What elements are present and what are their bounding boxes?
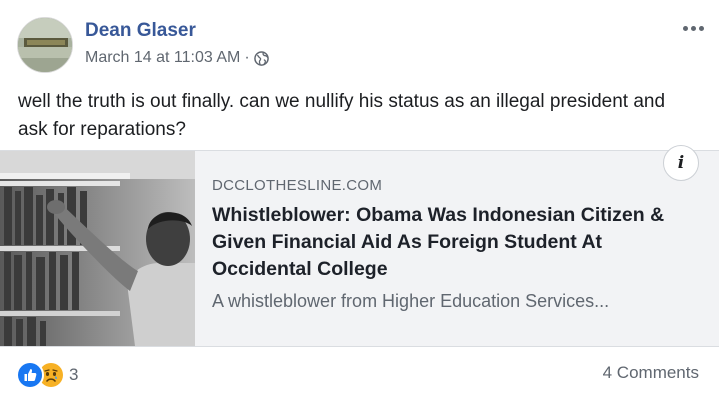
link-domain: DCCLOTHESLINE.COM <box>212 177 383 194</box>
globe-icon[interactable] <box>253 50 269 66</box>
author-name[interactable]: Dean Glaser <box>85 20 196 42</box>
more-dot <box>690 25 696 31</box>
info-icon[interactable]: i <box>663 145 699 181</box>
like-icon <box>16 361 44 389</box>
link-headline[interactable]: Whistleblower: Obama Was Indonesian Citi… <box>212 202 682 283</box>
post-meta: March 14 at 11:03 AM · <box>85 49 269 67</box>
avatar-image <box>18 18 72 72</box>
link-preview-card[interactable]: DCCLOTHESLINE.COM Whistleblower: Obama W… <box>0 150 719 347</box>
comments-link[interactable]: 4 Comments <box>603 363 699 383</box>
avatar[interactable] <box>17 17 73 73</box>
post-message: well the truth is out finally. can we nu… <box>18 91 666 140</box>
facebook-post: Dean Glaser March 14 at 11:03 AM · well … <box>0 0 719 402</box>
post-timestamp[interactable]: March 14 at 11:03 AM <box>85 49 240 67</box>
reaction-count: 3 <box>69 365 79 384</box>
link-description: A whistleblower from Higher Education Se… <box>212 291 610 311</box>
more-dot <box>698 25 704 31</box>
more-dot <box>682 25 688 31</box>
link-text: DCCLOTHESLINE.COM Whistleblower: Obama W… <box>212 177 682 312</box>
more-options-icon[interactable] <box>679 16 707 40</box>
link-thumbnail[interactable] <box>0 151 195 346</box>
library-photo <box>0 151 195 346</box>
reactions-summary[interactable]: 3 <box>16 361 78 389</box>
meta-separator: · <box>244 49 250 66</box>
